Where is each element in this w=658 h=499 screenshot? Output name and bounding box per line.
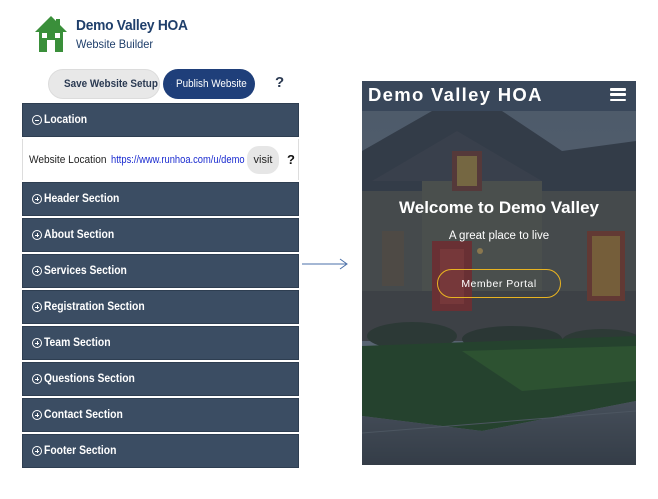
- circle-plus-icon: [32, 410, 42, 420]
- circle-plus-icon: [32, 446, 42, 456]
- location-section-label: Location: [44, 114, 88, 126]
- website-preview: Demo Valley HOA Welcome to Demo Valley A…: [362, 81, 636, 465]
- section-label: Contact Section: [44, 409, 123, 421]
- save-button-label: Save Website Setup: [64, 78, 158, 90]
- save-website-setup-button[interactable]: Save Website Setup: [48, 69, 160, 99]
- circle-plus-icon: [32, 230, 42, 240]
- section-label: Footer Section: [44, 445, 117, 457]
- section-label: Registration Section: [44, 301, 145, 313]
- section-footer-section[interactable]: Footer Section: [22, 434, 299, 468]
- section-label: Team Section: [44, 337, 111, 349]
- section-header-section[interactable]: Header Section: [22, 182, 299, 216]
- section-team-section[interactable]: Team Section: [22, 326, 299, 360]
- app-title: Demo Valley HOA: [76, 17, 188, 34]
- section-label: Services Section: [44, 265, 127, 277]
- section-label: About Section: [44, 229, 115, 241]
- help-icon[interactable]: ?: [275, 74, 284, 91]
- hamburger-menu-icon[interactable]: [610, 88, 626, 102]
- circle-plus-icon: [32, 266, 42, 276]
- preview-brand[interactable]: Demo Valley HOA: [368, 84, 543, 106]
- hero-subtitle: A great place to live: [448, 230, 550, 242]
- publish-website-button[interactable]: e Publish Website: [163, 69, 255, 99]
- section-contact-section[interactable]: Contact Section: [22, 398, 299, 432]
- sections-panel: Location Website Location https://www.ru…: [22, 103, 299, 470]
- preview-navbar: Demo Valley HOA: [362, 81, 636, 111]
- location-help-icon[interactable]: ?: [287, 152, 295, 167]
- section-services-section[interactable]: Services Section: [22, 254, 299, 288]
- website-location-label: Website Location: [29, 153, 107, 166]
- member-portal-button[interactable]: Member Portal: [437, 269, 561, 298]
- circle-minus-icon: [32, 115, 42, 125]
- circle-plus-icon: [32, 374, 42, 384]
- app-subtitle: Website Builder: [76, 37, 154, 51]
- section-label: Header Section: [44, 193, 120, 205]
- section-registration-section[interactable]: Registration Section: [22, 290, 299, 324]
- circle-plus-icon: [32, 194, 42, 204]
- visit-button[interactable]: visit: [247, 145, 279, 174]
- circle-plus-icon: [32, 338, 42, 348]
- section-about-section[interactable]: About Section: [22, 218, 299, 252]
- location-section-header[interactable]: Location: [22, 103, 299, 137]
- section-questions-section[interactable]: Questions Section: [22, 362, 299, 396]
- website-location-row: Website Location https://www.runhoa.com/…: [22, 139, 299, 180]
- website-builder-screen: Demo Valley HOA Website Builder Save Web…: [0, 0, 658, 499]
- circle-plus-icon: [32, 302, 42, 312]
- section-label: Questions Section: [44, 373, 135, 385]
- arrow-right-icon: [302, 258, 348, 270]
- website-location-url[interactable]: https://www.runhoa.com/u/demo: [111, 154, 245, 166]
- publish-button-label: Publish Website: [176, 78, 248, 90]
- hero-title: Welcome to Demo Valley: [399, 198, 599, 217]
- house-logo-icon: [35, 16, 67, 52]
